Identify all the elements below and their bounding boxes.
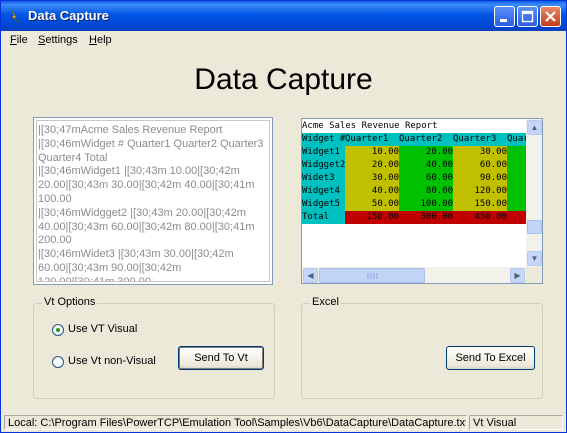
vt-data-row: Widget440.00 80.00 120.00 160 bbox=[302, 185, 526, 198]
raw-line: |[30;46mWidget # Quarter1 Quarter2 Quart… bbox=[38, 137, 264, 150]
vt-row-name: Widget4 bbox=[302, 185, 345, 198]
title-bar[interactable]: Data Capture bbox=[1, 1, 566, 31]
vt-value-cell: 150.00 bbox=[453, 198, 507, 211]
raw-line: |[30;46mWidget1 |[30;43m 10.00|[30;42m bbox=[38, 165, 240, 178]
use-vt-visual-label[interactable]: Use VT Visual bbox=[68, 323, 137, 335]
menu-bar: File Settings Help bbox=[1, 31, 566, 50]
page-title: Data Capture bbox=[194, 63, 373, 96]
vt-header-cell: Widget # bbox=[302, 133, 346, 146]
close-icon bbox=[545, 11, 556, 22]
vt-header-cell: Quarter1 bbox=[345, 133, 399, 146]
window-title: Data Capture bbox=[28, 8, 109, 23]
use-vt-visual-radio[interactable] bbox=[52, 324, 64, 336]
send-to-excel-button[interactable]: Send To Excel bbox=[446, 346, 535, 370]
vt-title-row: Acme Sales Revenue Report bbox=[302, 120, 526, 133]
grip-icon bbox=[367, 273, 378, 279]
vt-value-cell: 20.00 bbox=[399, 146, 453, 159]
vt-value-cell: 200 bbox=[507, 198, 526, 211]
vt-value-cell: 60.00 bbox=[453, 159, 507, 172]
use-vt-nonvisual-radio[interactable] bbox=[52, 356, 64, 368]
status-path: Local: C:\Program Files\PowerTCP\Emulati… bbox=[4, 415, 467, 430]
horizontal-scrollbar[interactable]: ◀ ▶ bbox=[302, 267, 526, 283]
vt-row-name: Widget1 bbox=[302, 146, 345, 159]
status-bar: Local: C:\Program Files\PowerTCP\Emulati… bbox=[1, 413, 566, 432]
vt-total-cell: 300.00 bbox=[399, 211, 453, 224]
menu-file[interactable]: File bbox=[10, 34, 28, 46]
vt-value-cell: 10.00 bbox=[345, 146, 399, 159]
vt-value-cell: 8 bbox=[507, 159, 526, 172]
status-mode: Vt Visual bbox=[469, 415, 563, 430]
excel-label: Excel bbox=[310, 296, 341, 308]
use-vt-nonvisual-label[interactable]: Use Vt non-Visual bbox=[68, 355, 156, 367]
vt-row-name: Widet3 bbox=[302, 172, 345, 185]
vertical-scrollbar[interactable]: ▲ ▼ bbox=[526, 119, 542, 267]
vt-value-cell: 60.00 bbox=[399, 172, 453, 185]
vt-header-cell: Quarter2 bbox=[399, 133, 453, 146]
minimize-button[interactable] bbox=[494, 6, 515, 27]
vt-total-row: Total150.00 300.00 450.00 600 bbox=[302, 211, 526, 224]
vt-value-cell: 40 bbox=[507, 146, 526, 159]
menu-help[interactable]: Help bbox=[89, 34, 112, 46]
vt-value-cell: 20.00 bbox=[345, 159, 399, 172]
close-button[interactable] bbox=[540, 6, 561, 27]
vt-row-name: Widgget2 bbox=[302, 159, 346, 172]
vt-value-cell: 40.00 bbox=[399, 159, 453, 172]
vt-value-cell: 80.00 bbox=[399, 185, 453, 198]
app-window: Data Capture File Settings Help Data Cap… bbox=[0, 0, 567, 433]
vt-data-row: Widget550.00 100.00 150.00 200 bbox=[302, 198, 526, 211]
scroll-left-button[interactable]: ◀ bbox=[303, 268, 318, 283]
vt-data-row: Widget110.00 20.00 30.00 40 bbox=[302, 146, 526, 159]
vt-terminal[interactable]: Acme Sales Revenue Report Widget # Quarter… bbox=[301, 118, 543, 284]
scroll-corner bbox=[526, 267, 542, 283]
vt-row-name: Widget5 bbox=[302, 198, 345, 211]
vt-header-row: Widget #Quarter1Quarter2Quarter3Quart bbox=[302, 133, 526, 146]
menu-settings[interactable]: Settings bbox=[38, 34, 78, 46]
vt-header-cell: Quarter3 bbox=[453, 133, 507, 146]
raw-data-textbox[interactable]: |[30;47mAcme Sales Revenue Report |[30;46… bbox=[33, 117, 273, 285]
send-to-vt-button[interactable]: Send To Vt bbox=[178, 346, 264, 370]
raw-data-frame: |[30;47mAcme Sales Revenue Report |[30;46… bbox=[36, 120, 270, 282]
vt-value-cell: 160 bbox=[507, 185, 526, 198]
vt-header-cell: Quart bbox=[507, 133, 526, 146]
vt-value-cell: 120. bbox=[507, 172, 526, 185]
vertical-scroll-thumb[interactable] bbox=[527, 220, 542, 234]
vt-value-cell: 50.00 bbox=[345, 198, 399, 211]
app-icon bbox=[10, 8, 20, 24]
vt-value-cell: 100.00 bbox=[399, 198, 453, 211]
vt-total-name: Total bbox=[302, 211, 345, 224]
vt-value-cell: 30.00 bbox=[453, 146, 507, 159]
raw-line: 120.00|[30;41m 300.00 bbox=[38, 275, 151, 282]
raw-line: 100.00 bbox=[38, 192, 72, 205]
vt-data-row: Widet330.00 60.00 90.00 120. bbox=[302, 172, 526, 185]
maximize-icon bbox=[521, 10, 534, 23]
raw-line: |[30;46mWidgget2 |[30;43m 20.00|[30;42m bbox=[38, 206, 246, 219]
vt-data-row: Widgget220.00 40.00 60.00 8 bbox=[302, 159, 526, 172]
vt-value-cell: 40.00 bbox=[345, 185, 399, 198]
vt-value-cell: 30.00 bbox=[345, 172, 399, 185]
scroll-down-button[interactable]: ▼ bbox=[527, 251, 542, 266]
vt-total-cell: 450.00 bbox=[453, 211, 507, 224]
vt-total-cell: 600 bbox=[507, 211, 526, 224]
raw-line: 60.00|[30;43m 90.00|[30;42m bbox=[38, 261, 182, 274]
scroll-right-button[interactable]: ▶ bbox=[510, 268, 525, 283]
vt-value-cell: 120.00 bbox=[453, 185, 507, 198]
vt-screen: Acme Sales Revenue Report Widget # Quarter… bbox=[302, 119, 526, 267]
raw-line: 20.00|[30;43m 30.00|[30;42m 40.00|[30;41… bbox=[38, 179, 255, 192]
vt-total-cell: 150.00 bbox=[345, 211, 399, 224]
raw-line: |[30;46mWidet3 |[30;43m 30.00|[30;42m bbox=[38, 248, 234, 261]
raw-line: |[30;47mAcme Sales Revenue Report bbox=[38, 124, 223, 136]
raw-data-text: |[30;47mAcme Sales Revenue Report |[30;46… bbox=[38, 124, 269, 282]
raw-line: 40.00|[30;43m 60.00|[30;42m 80.00|[30;41… bbox=[38, 220, 255, 233]
horizontal-scroll-thumb[interactable] bbox=[319, 268, 425, 283]
vt-options-label: Vt Options bbox=[42, 296, 98, 308]
raw-line: 200.00 bbox=[38, 234, 72, 247]
vt-value-cell: 90.00 bbox=[453, 172, 507, 185]
vt-report-title: Acme Sales Revenue Report bbox=[302, 120, 438, 133]
raw-line: Quarter4 Total bbox=[38, 151, 108, 164]
maximize-button[interactable] bbox=[517, 6, 538, 27]
minimize-icon bbox=[500, 19, 507, 22]
scroll-up-button[interactable]: ▲ bbox=[527, 120, 542, 135]
